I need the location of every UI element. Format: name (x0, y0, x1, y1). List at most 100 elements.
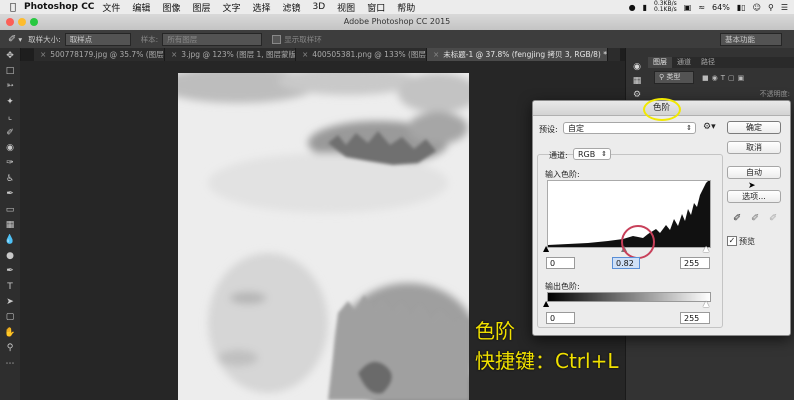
output-levels-slider[interactable]: ▲ ▲ (543, 299, 709, 308)
menu-help[interactable]: 帮助 (397, 1, 415, 14)
layer-filter-icons[interactable]: ■◉T▢▣ (702, 74, 747, 82)
output-white-field[interactable]: 255 (680, 312, 710, 324)
tab-paths[interactable]: 路径 (696, 57, 720, 68)
wifi-icon[interactable]: ≈ (698, 3, 705, 12)
channel-select[interactable]: RGB ⇕ (573, 148, 611, 160)
tool-preset-arrow-icon[interactable]: ▾ (18, 35, 22, 44)
tab-channels[interactable]: 通道 (672, 57, 696, 68)
type-tool-icon[interactable]: T (0, 279, 20, 294)
pen-tool-icon[interactable]: ✒ (0, 263, 20, 278)
sample-select[interactable]: 所有图层 (162, 32, 263, 46)
battery-percent: 64% (712, 2, 730, 12)
apple-icon[interactable]:  (6, 2, 20, 13)
path-selection-tool-icon[interactable]: ➤ (0, 294, 20, 309)
tab-document-4[interactable]: × 未标题-1 @ 37.8% (fengjing 拷贝 3, RGB/8) * (427, 48, 608, 61)
menu-image[interactable]: 图像 (162, 1, 180, 14)
tab-layers[interactable]: 图层 (648, 57, 672, 68)
brush-tool-icon[interactable]: ✑ (0, 156, 20, 171)
auto-button[interactable]: 自动 (727, 166, 781, 179)
input-black-field[interactable]: 0 (546, 257, 575, 269)
close-tab-icon[interactable]: × (40, 50, 46, 59)
shape-tool-icon[interactable]: ▢ (0, 310, 20, 325)
clone-stamp-tool-icon[interactable]: ♿ (0, 171, 20, 186)
tab-document-1[interactable]: ×500778179.jpg @ 35.7% (图层 1... (34, 48, 165, 61)
tab-document-2[interactable]: × 3.jpg @ 123% (图层 1, 图层蒙版... (165, 48, 296, 61)
close-window-button[interactable] (6, 18, 14, 26)
caption-title: 色阶 (475, 319, 515, 343)
menu-type[interactable]: 文字 (222, 1, 240, 14)
close-tab-icon[interactable]: × (171, 50, 177, 59)
output-black-field[interactable]: 0 (546, 312, 575, 324)
minimize-window-button[interactable] (18, 18, 26, 26)
wechat-icon[interactable]: ● (629, 3, 636, 12)
preset-options-gear-icon[interactable]: ⚙▾ (703, 122, 716, 132)
crop-tool-icon[interactable]: ⌞ (0, 110, 20, 125)
output-white-handle[interactable]: ▲ (703, 299, 709, 308)
menu-filter[interactable]: 滤镜 (283, 1, 301, 14)
options-button[interactable]: 选项... (727, 190, 781, 203)
status-area: ● ▮ 0.3KB/s 0.1KB/s ▣ ≈ 64% ▮▯ ☺ ⚲ ☰ (629, 0, 788, 14)
menu-window[interactable]: 窗口 (367, 1, 385, 14)
mic-icon[interactable]: ▮ (643, 3, 647, 12)
gradient-tool-icon[interactable]: ▦ (0, 217, 20, 232)
menu-edit[interactable]: 编辑 (132, 1, 150, 14)
white-eyedropper-icon[interactable]: ✐ (769, 213, 777, 224)
magic-wand-tool-icon[interactable]: ✦ (0, 94, 20, 109)
menu-layer[interactable]: 图层 (192, 1, 210, 14)
eraser-tool-icon[interactable]: ▭ (0, 202, 20, 217)
workspace-select[interactable]: 基本功能 (720, 32, 782, 46)
ok-button[interactable]: 确定 (727, 121, 781, 134)
healing-brush-tool-icon[interactable]: ◉ (0, 140, 20, 155)
sample-size-select[interactable]: 取样点 (64, 32, 131, 46)
options-bar: ✐ ▾ 取样大小: 取样点 样本: 所有图层 显示取样环 基本功能 (0, 30, 794, 49)
dodge-tool-icon[interactable]: ● (0, 248, 20, 263)
select-arrows-icon: ⇕ (601, 150, 607, 158)
show-ring-checkbox[interactable] (272, 34, 282, 44)
display-icon[interactable]: ▣ (684, 3, 692, 12)
menu-bar:  Photoshop CC 文件 编辑 图像 图层 文字 选择 滤镜 3D 视… (0, 0, 794, 14)
black-point-handle[interactable]: ▲ (543, 244, 549, 253)
zoom-window-button[interactable] (30, 18, 38, 26)
preview-checkbox[interactable]: ✓ (727, 236, 737, 246)
cancel-button[interactable]: 取消 (727, 141, 781, 154)
history-brush-tool-icon[interactable]: ✒ (0, 187, 20, 202)
layer-kind-select[interactable]: ⚲ 类型 (654, 71, 694, 84)
eyedropper-tool-icon[interactable]: ✐ (8, 34, 16, 45)
blur-tool-icon[interactable]: 💧 (0, 233, 20, 248)
close-tab-icon[interactable]: × (302, 50, 308, 59)
preset-select[interactable]: 自定 ⇕ (563, 122, 696, 134)
menu-file[interactable]: 文件 (102, 1, 120, 14)
channel-label: 通道: (549, 151, 568, 160)
hand-tool-icon[interactable]: ✋ (0, 325, 20, 340)
move-tool-icon[interactable]: ✥ (0, 48, 20, 63)
menu-select[interactable]: 选择 (252, 1, 270, 14)
zoom-tool-icon[interactable]: ⚲ (0, 340, 20, 355)
marquee-tool-icon[interactable]: □ (0, 63, 20, 78)
black-eyedropper-icon[interactable]: ✐ (733, 213, 741, 224)
input-gamma-field[interactable]: 0.82 (612, 257, 640, 269)
document-artwork (178, 73, 469, 400)
more-tools-icon[interactable]: ⋯ (0, 356, 20, 371)
output-black-handle[interactable]: ▲ (543, 299, 549, 308)
lasso-tool-icon[interactable]: ➳ (0, 79, 20, 94)
close-tab-icon[interactable]: × (433, 50, 439, 59)
menu-view[interactable]: 视图 (337, 1, 355, 14)
eyedropper-tool-icon[interactable]: ✐ (0, 125, 20, 140)
white-point-handle[interactable]: ▲ (703, 244, 709, 253)
swatches-panel-icon[interactable]: ▦ (629, 76, 645, 90)
battery-icon[interactable]: ▮▯ (737, 3, 746, 12)
gray-eyedropper-icon[interactable]: ✐ (751, 213, 759, 224)
levels-dialog: 色阶 预设: 自定 ⇕ ⚙▾ 通道: RGB ⇕ 输入色阶: ▲ ▲ ▲ 0 0… (532, 98, 791, 336)
menu-3d[interactable]: 3D (313, 2, 326, 12)
show-ring-label: 显示取样环 (284, 34, 322, 44)
document-canvas[interactable] (178, 73, 469, 400)
color-panel-icon[interactable]: ◉ (629, 62, 645, 76)
app-menu[interactable]: Photoshop CC (24, 2, 94, 12)
document-tab-bar: ×500778179.jpg @ 35.7% (图层 1... ×3.jpg @… (34, 48, 620, 61)
input-levels-label: 输入色阶: (545, 170, 580, 179)
input-white-field[interactable]: 255 (680, 257, 710, 269)
tab-document-3[interactable]: ×400505381.png @ 133% (图层 1... (296, 48, 427, 61)
search-icon[interactable]: ⚲ (768, 3, 774, 12)
user-icon[interactable]: ☺ (753, 3, 761, 12)
menu-list-icon[interactable]: ☰ (781, 3, 788, 12)
